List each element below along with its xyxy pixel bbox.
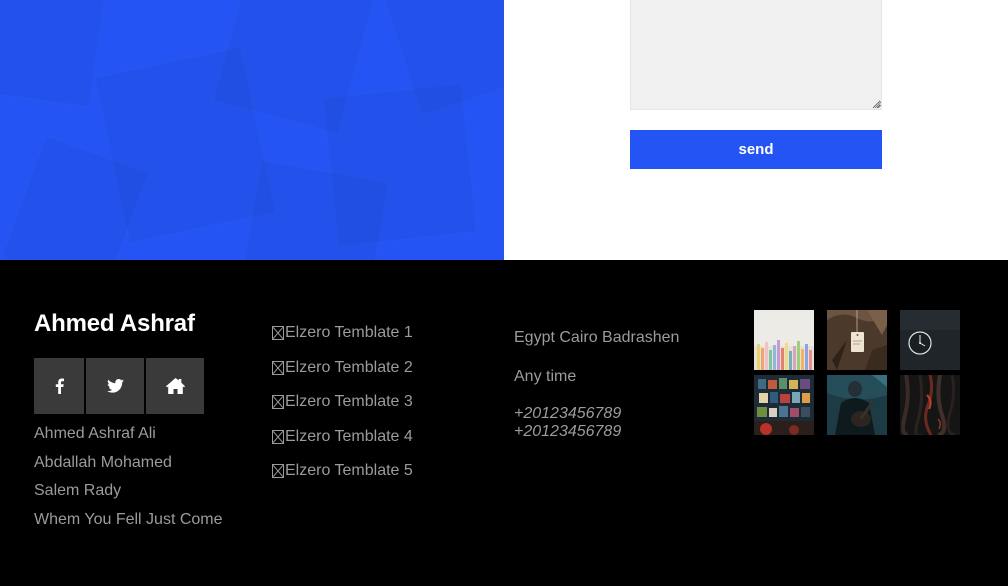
footer-link-1[interactable]: Elzero Temblate 1 xyxy=(272,323,413,343)
contact-phone: +20123456789 xyxy=(514,405,622,422)
contact-phone: +20123456789 xyxy=(514,423,622,440)
contact-phones: +20123456789 +20123456789 xyxy=(514,405,679,441)
footer-link-4[interactable]: Elzero Temblate 4 xyxy=(272,427,413,447)
footer-link-label: Elzero Temblate 1 xyxy=(285,324,413,341)
list-item: Salem Rady xyxy=(34,482,122,499)
facebook-icon xyxy=(55,378,64,394)
footer-brand: Ahmed Ashraf xyxy=(34,310,195,337)
social-links xyxy=(34,358,204,414)
resize-grip-icon[interactable] xyxy=(874,101,882,109)
contact-address: Egypt Cairo Badrashen xyxy=(514,329,680,346)
message-textarea[interactable] xyxy=(630,0,882,110)
bookshelf-image[interactable] xyxy=(754,375,814,435)
missing-glyph-icon xyxy=(272,464,284,478)
hero-background xyxy=(0,0,504,260)
footer-link-label: Elzero Temblate 2 xyxy=(285,358,413,376)
missing-glyph-icon xyxy=(272,360,284,375)
twitter-icon xyxy=(106,379,124,393)
person-with-guitar-image[interactable] xyxy=(827,375,887,435)
contact-form: send xyxy=(504,0,1008,260)
footer-link-3[interactable]: Elzero Temblate 3 xyxy=(272,392,413,412)
footer-link-label: Elzero Temblate 4 xyxy=(285,427,413,445)
footer-contact-column: Egypt Cairo Badrashen Any time +20123456… xyxy=(514,328,679,441)
footer-gallery xyxy=(754,310,964,436)
contact-hours: Any time xyxy=(514,368,577,385)
top-section: send xyxy=(0,0,1008,260)
send-button[interactable]: send xyxy=(630,130,882,169)
twitter-link[interactable] xyxy=(86,358,144,414)
list-item: Whem You Fell Just Come xyxy=(34,510,223,528)
colored-pencils-image[interactable] xyxy=(754,310,814,370)
list-item: Ahmed Ashraf Ali xyxy=(34,425,156,442)
missing-glyph-icon xyxy=(272,395,284,409)
wood-bark-image[interactable] xyxy=(900,375,960,435)
missing-glyph-icon xyxy=(272,429,284,444)
footer-links-column: Elzero Temblate 1 Elzero Temblate 2 Elze… xyxy=(272,323,413,496)
hanging-tag-image[interactable] xyxy=(827,310,887,370)
footer-link-label: Elzero Temblate 3 xyxy=(285,393,413,410)
names-list: Ahmed Ashraf Ali Abdallah Mohamed Salem … xyxy=(34,420,223,534)
facebook-link[interactable] xyxy=(34,358,84,414)
wall-clock-image[interactable] xyxy=(900,310,960,370)
footer-link-5[interactable]: Elzero Temblate 5 xyxy=(272,461,413,481)
list-item: Abdallah Mohamed xyxy=(34,453,172,471)
home-icon xyxy=(165,378,185,394)
home-link[interactable] xyxy=(146,358,204,414)
footer: Ahmed Ashraf Ahmed Ashraf Ali Abdallah M… xyxy=(0,260,1008,586)
footer-about-column: Ahmed Ashraf Ahmed Ashraf Ali Abdallah M… xyxy=(34,310,244,528)
footer-link-2[interactable]: Elzero Temblate 2 xyxy=(272,358,413,378)
footer-link-label: Elzero Temblate 5 xyxy=(285,462,413,479)
missing-glyph-icon xyxy=(272,326,284,340)
